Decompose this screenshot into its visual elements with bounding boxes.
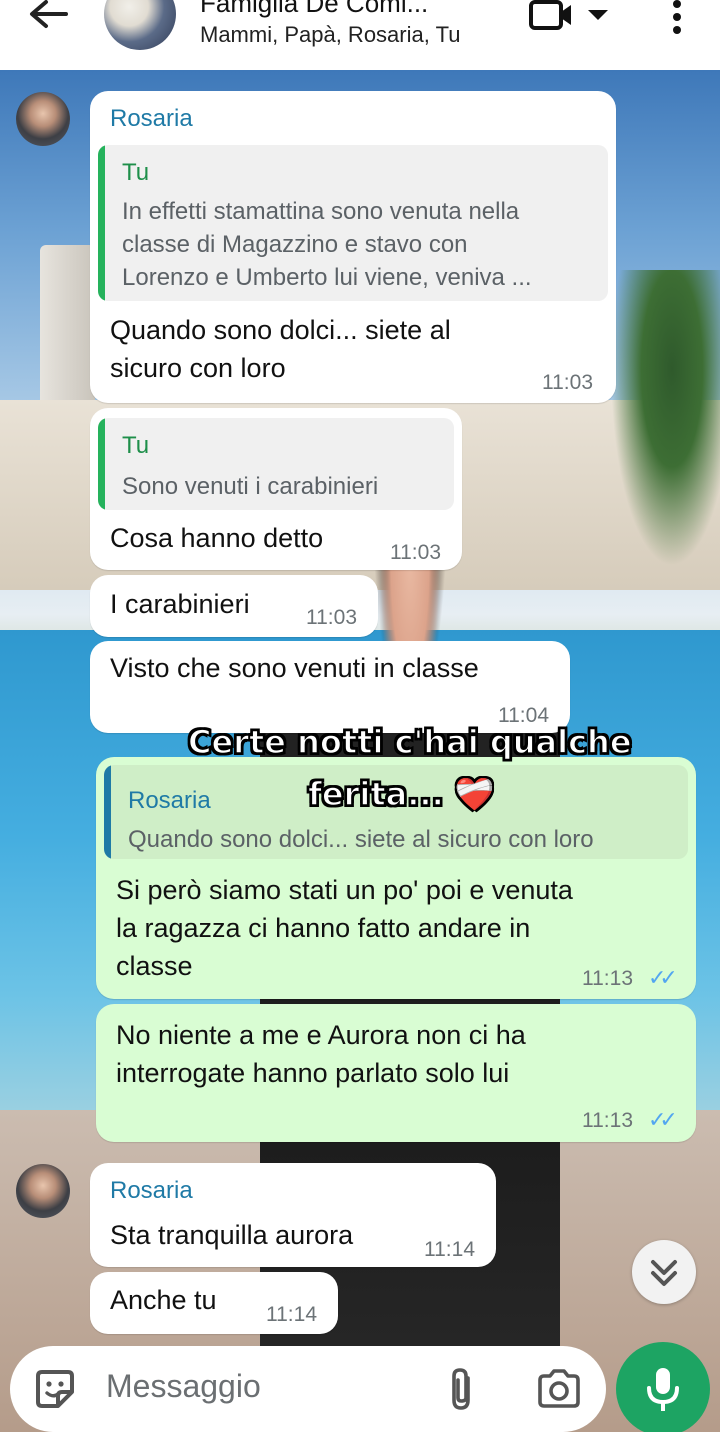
quoted-message[interactable]: Tu Sono venuti i carabinieri [98,418,454,510]
quoted-message[interactable]: Tu In effetti stamattina sono venuta nel… [98,145,608,301]
read-ticks-icon: ✓✓ [648,965,678,990]
message-text: Quando sono dolci... siete al [110,315,451,345]
paperclip-icon [452,1368,470,1410]
message-text: interrogate hanno parlato solo lui [116,1058,510,1088]
more-vertical-icon [673,0,681,34]
quote-author: Rosaria [128,787,211,814]
overlay-caption: Certe notti c'hai qualche [187,722,632,762]
more-options-button[interactable] [664,0,690,36]
message-text: No niente a me e Aurora non ci ha [116,1020,526,1050]
message-text: Visto che sono venuti in classe [110,653,479,683]
chat-participants[interactable]: Mammi, Papà, Rosaria, Tu [200,22,460,48]
quote-line: Sono venuti i carabinieri [122,473,379,500]
message-time: 11:13 [582,1109,633,1132]
chat-header: Famiglia De Comi... Mammi, Papà, Rosaria… [0,0,720,70]
quote-bar [98,418,105,510]
quote-line: Lorenzo e Umberto lui viene, veniva ... [122,264,532,291]
back-button[interactable] [22,0,74,36]
quote-author: Tu [122,432,150,459]
message-time: 11:03 [390,541,441,564]
message-time: 11:03 [542,371,593,394]
message-text: Cosa hanno detto [110,523,324,553]
video-camera-icon [529,0,608,30]
message-text: Si però siamo stati un po' poi e venuta [116,875,573,905]
voice-message-button[interactable] [616,1342,710,1432]
message-time: 11:13 [582,967,633,990]
read-ticks-icon: ✓✓ [648,1107,678,1132]
video-call-button[interactable] [528,0,614,34]
chat-title[interactable]: Famiglia De Comi... [200,0,428,19]
wallpaper-palm [600,270,720,600]
message-text: Sta tranquilla aurora [110,1220,354,1250]
quote-bar [104,765,111,859]
message-time: 11:14 [424,1238,475,1261]
quote-line: In effetti stamattina sono venuta nella [122,198,520,225]
camera-button[interactable] [536,1368,582,1410]
sticker-icon [36,1370,74,1408]
message-input[interactable]: Messaggio [106,1368,261,1405]
double-chevron-down-icon [651,1260,677,1286]
message-bubble-incoming[interactable]: Visto che sono venuti in classe 11:04 [90,641,570,733]
message-bubble-incoming[interactable]: Rosaria Tu In effetti stamattina sono ve… [90,91,616,403]
message-bubble-incoming[interactable]: Tu Sono venuti i carabinieri Cosa hanno … [90,408,462,570]
overlay-caption: ferita... ❤️‍🩹 [307,774,495,814]
microphone-icon [647,1368,679,1411]
arrow-left-icon [30,0,68,28]
quote-author: Tu [122,159,150,186]
quote-bar [98,145,105,301]
sticker-button[interactable] [32,1366,78,1412]
message-text: classe [116,951,193,981]
sender-name: Rosaria [110,1177,193,1204]
message-text: I carabinieri [110,589,250,619]
group-avatar[interactable] [104,0,176,50]
message-text: Anche tu [110,1285,217,1315]
quote-line: Quando sono dolci... siete al sicuro con… [128,826,594,853]
attach-button[interactable] [444,1364,478,1414]
sender-name: Rosaria [110,105,193,132]
message-time: 11:03 [306,606,357,629]
camera-icon [538,1369,580,1408]
message-bubble-incoming[interactable]: Anche tu 11:14 [90,1272,338,1334]
message-bubble-outgoing[interactable]: No niente a me e Aurora non ci ha interr… [96,1004,696,1142]
scroll-to-bottom-button[interactable] [632,1240,696,1304]
message-time: 11:14 [266,1303,317,1326]
message-text: sicuro con loro [110,353,286,383]
rosaria-avatar[interactable] [16,1164,70,1218]
rosaria-avatar[interactable] [16,92,70,146]
message-text: la ragazza ci hanno fatto andare in [116,913,531,943]
message-bubble-incoming[interactable]: I carabinieri 11:03 [90,575,378,637]
message-bubble-incoming[interactable]: Rosaria Sta tranquilla aurora 11:14 [90,1163,496,1267]
quote-line: classe di Magazzino e stavo con [122,231,468,258]
message-input-bar[interactable] [10,1346,606,1432]
